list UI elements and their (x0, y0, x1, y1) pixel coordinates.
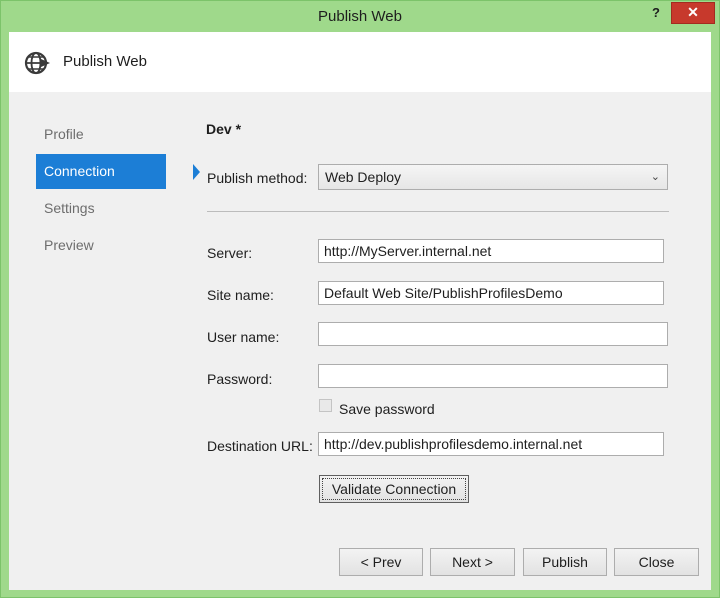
close-window-button[interactable]: ✕ (671, 2, 715, 24)
chevron-down-icon: ⌄ (650, 171, 660, 183)
validate-connection-button[interactable]: Validate Connection (319, 475, 469, 503)
user-name-input[interactable] (318, 322, 668, 346)
server-label: Server: (207, 245, 253, 261)
header-title: Publish Web (63, 53, 147, 70)
focus-outline (322, 478, 466, 500)
save-password-checkbox[interactable] (319, 399, 332, 412)
nav-item-profile[interactable]: Profile (36, 117, 166, 152)
profile-name-heading: Dev * (206, 121, 242, 137)
next-button[interactable]: Next > (430, 548, 515, 576)
publish-method-value: Web Deploy (325, 169, 402, 185)
dialog-body: Publish Web Profile Connection Settings … (9, 32, 711, 590)
publish-method-label: Publish method: (207, 170, 308, 186)
user-name-label: User name: (207, 329, 280, 345)
nav-item-connection[interactable]: Connection (36, 154, 200, 189)
publish-web-dialog: Publish Web ? ✕ Publish Web Profile Conn… (0, 0, 720, 598)
nav-item-preview[interactable]: Preview (36, 228, 166, 263)
server-input[interactable]: http://MyServer.internal.net (318, 239, 664, 263)
password-label: Password: (207, 371, 273, 387)
active-indicator-arrow (193, 164, 200, 180)
site-name-input[interactable]: Default Web Site/PublishProfilesDemo (318, 281, 664, 305)
dialog-header: Publish Web (9, 32, 711, 92)
destination-url-label: Destination URL: (207, 438, 313, 454)
title-bar[interactable]: Publish Web ? ✕ (1, 1, 719, 31)
save-password-label[interactable]: Save password (339, 401, 435, 417)
site-name-label: Site name: (207, 287, 274, 303)
help-button[interactable]: ? (646, 3, 666, 23)
close-button[interactable]: Close (614, 548, 699, 576)
prev-button[interactable]: < Prev (339, 548, 423, 576)
nav-item-settings[interactable]: Settings (36, 191, 166, 226)
nav-item-label: Connection (44, 163, 115, 179)
publish-button[interactable]: Publish (523, 548, 607, 576)
window-title: Publish Web (318, 8, 402, 25)
divider (207, 211, 669, 212)
publish-method-select[interactable]: Web Deploy ⌄ (318, 164, 668, 190)
password-input[interactable] (318, 364, 668, 388)
globe-publish-icon (24, 51, 50, 75)
destination-url-input[interactable]: http://dev.publishprofilesdemo.internal.… (318, 432, 664, 456)
